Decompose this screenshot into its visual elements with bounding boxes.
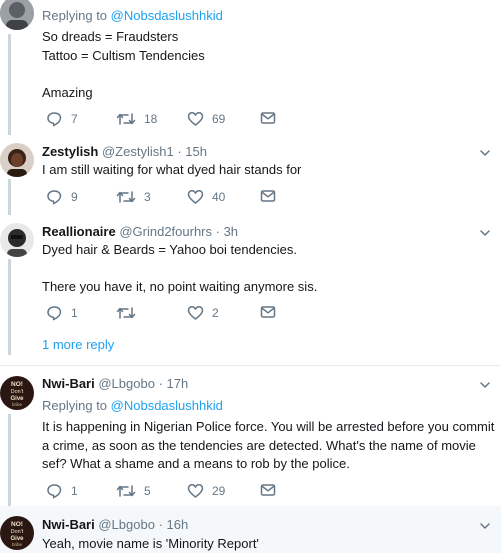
retweet-count: 5 [144,484,151,498]
reply-icon [47,190,62,205]
retweet-count: 18 [144,112,158,126]
tweet-text: So dreads = Fraudsters Tattoo = Cultism … [42,29,205,100]
dm-icon [260,306,276,318]
like-icon [187,112,204,126]
retweet-button[interactable] [116,305,144,321]
like-button[interactable]: 29 [187,483,225,499]
dm-button[interactable] [260,111,276,125]
dm-icon [260,190,276,202]
like-icon [187,306,204,320]
like-icon [187,190,204,204]
chevron-down-icon[interactable] [479,227,491,239]
dm-icon [260,112,276,124]
like-count: 29 [212,484,226,498]
more-replies-link[interactable]: 1 more reply [42,337,114,352]
reply-icon [47,112,62,127]
tweet-text: I am still waiting for what dyed hair st… [42,162,302,177]
tweet-actions: 7 18 69 [42,111,292,129]
tweet-text: Dyed hair & Beards = Yahoo boi tendencie… [42,242,318,294]
like-icon [187,484,204,498]
user-handle[interactable]: @Lbgobo [98,376,155,391]
tweet[interactable]: Reallionaire @Grind2fourhrs · 3h Dyed ha… [0,215,501,355]
thread-line [8,34,11,135]
tweet-text: Yeah, movie name is 'Minority Report' [42,536,259,551]
tweet-actions: 9 3 40 [42,189,292,207]
tweet-actions: 1 5 29 [42,483,292,501]
tweet-header: Nwi-Bari @Lbgobo · 17h [42,376,188,391]
reply-button[interactable]: 9 [46,189,78,205]
dm-button[interactable] [260,483,276,497]
tweet[interactable]: Zestylish @Zestylish1 · 15h I am still w… [0,135,501,215]
mention-link[interactable]: @Nobsdaslushhkid [111,398,223,413]
display-name[interactable]: Nwi-Bari [42,376,95,391]
dm-icon [260,484,276,496]
tweet[interactable]: Replying to @Nobsdaslushhkid So dreads =… [0,0,501,135]
retweet-count: 3 [144,190,151,204]
dm-button[interactable] [260,189,276,203]
like-button[interactable]: 69 [187,111,225,127]
retweet-button[interactable]: 3 [116,189,151,205]
tweet-header: Nwi-Bari @Lbgobo · 16h [42,517,188,532]
like-button[interactable]: 40 [187,189,225,205]
tweet-header: Reallionaire @Grind2fourhrs · 3h [42,224,238,239]
mention-link[interactable]: @Nobsdaslushhkid [111,8,223,23]
like-count: 2 [212,306,219,320]
reply-count: 7 [71,112,78,126]
replying-to: Replying to @Nobsdaslushhkid [42,398,223,413]
tweet-text: It is happening in Nigerian Police force… [42,419,495,471]
chevron-down-icon[interactable] [479,520,491,532]
tweet[interactable]: NO! Don't Give bribe Nwi-Bari @Lbgobo · 16h… [0,506,501,553]
svg-text:bribe: bribe [12,402,23,407]
avatar[interactable] [0,223,34,257]
replying-to: Replying to @Nobsdaslushhkid [42,8,223,23]
retweet-icon [116,307,136,319]
display-name[interactable]: Reallionaire [42,224,116,239]
svg-text:Don't: Don't [11,389,24,395]
svg-text:NO!: NO! [11,381,23,388]
thread-line [8,179,11,215]
retweet-button[interactable]: 5 [116,483,151,499]
tweet-time[interactable]: · 17h [159,376,189,391]
avatar[interactable]: NO! Don't Give bribe [0,376,34,410]
user-handle[interactable]: @Grind2fourhrs [119,224,212,239]
dm-button[interactable] [260,305,276,319]
thread-line [8,414,11,506]
retweet-icon [116,113,136,125]
tweet-time[interactable]: · 16h [159,517,189,532]
reply-count: 1 [71,306,78,320]
chevron-down-icon[interactable] [479,147,491,159]
svg-text:bribe: bribe [12,542,23,547]
tweet-time[interactable]: · 15h [177,144,207,159]
tweet-actions: 1 2 [42,305,292,323]
reply-icon [47,484,62,499]
chevron-down-icon[interactable] [479,379,491,391]
reply-button[interactable]: 7 [46,111,78,127]
retweet-icon [116,485,136,497]
reply-icon [47,306,62,321]
tweet-time[interactable]: · 3h [216,224,238,239]
thread-line [8,259,11,355]
tweet[interactable]: NO! Don't Give bribe Nwi-Bari @Lbgobo · 17h… [0,366,501,506]
display-name[interactable]: Nwi-Bari [42,517,95,532]
tweet-header: Zestylish @Zestylish1 · 15h [42,144,207,159]
svg-text:Don't: Don't [11,529,24,535]
reply-count: 1 [71,484,78,498]
avatar[interactable] [0,143,34,177]
avatar[interactable]: NO! Don't Give bribe [0,516,34,550]
reply-count: 9 [71,190,78,204]
retweet-icon [116,191,136,203]
like-count: 40 [212,190,226,204]
avatar[interactable] [0,0,34,30]
retweet-button[interactable]: 18 [116,111,157,127]
reply-button[interactable]: 1 [46,483,78,499]
svg-text:NO!: NO! [11,521,23,528]
reply-button[interactable]: 1 [46,305,78,321]
like-button[interactable]: 2 [187,305,219,321]
display-name[interactable]: Zestylish [42,144,98,159]
user-handle[interactable]: @Lbgobo [98,517,155,532]
user-handle[interactable]: @Zestylish1 [102,144,174,159]
like-count: 69 [212,112,226,126]
